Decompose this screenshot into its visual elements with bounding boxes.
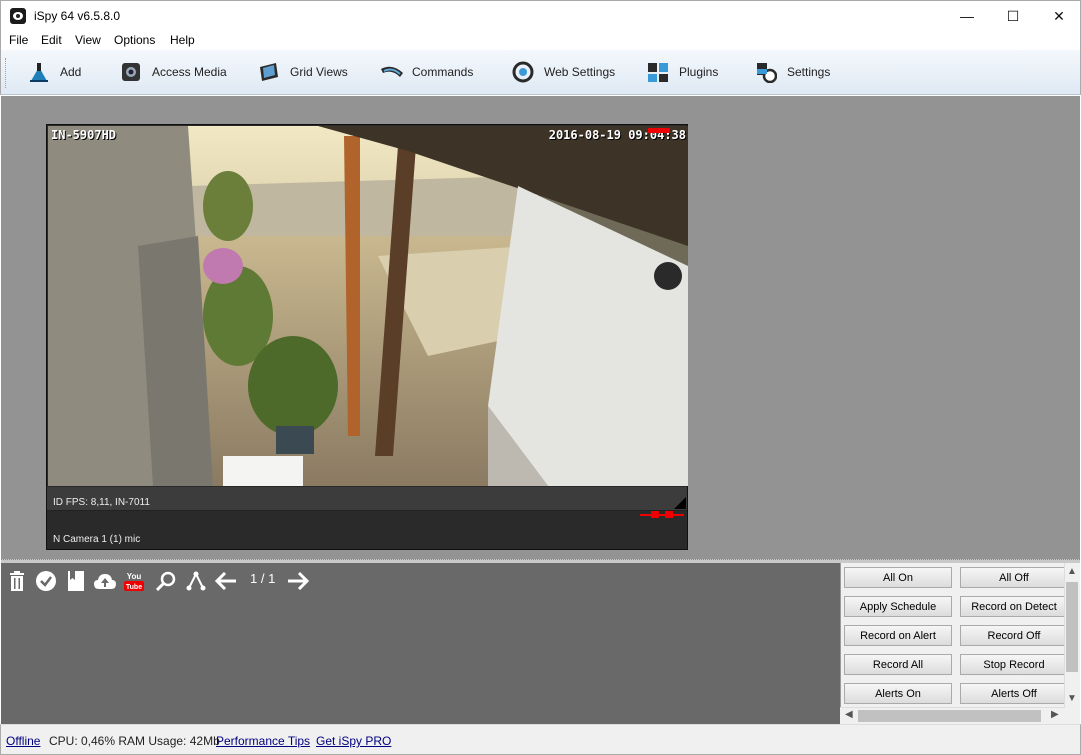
bookmark-icon[interactable] (64, 569, 88, 593)
settings-button[interactable]: Settings (755, 58, 830, 86)
mic-level-icon (640, 514, 684, 516)
web-settings-button[interactable]: Web Settings (512, 58, 615, 86)
scroll-right-icon[interactable]: ▶ (1051, 709, 1059, 720)
all-off-button[interactable]: All Off (960, 567, 1068, 588)
alerts-on-button[interactable]: Alerts On (844, 683, 952, 704)
menu-view[interactable]: View (75, 33, 101, 47)
window-title: iSpy 64 v6.5.8.0 (34, 9, 121, 23)
apply-schedule-button[interactable]: Apply Schedule (844, 596, 952, 617)
web-settings-label: Web Settings (544, 65, 616, 79)
access-media-button[interactable]: Access Media (120, 58, 227, 86)
web-icon (512, 61, 534, 83)
media-icon (120, 61, 142, 83)
record-on-detect-button[interactable]: Record on Detect (960, 596, 1068, 617)
settings-icon (755, 61, 778, 84)
menu-file[interactable]: File (9, 33, 28, 47)
menu-edit[interactable]: Edit (41, 33, 62, 47)
alerts-off-button[interactable]: Alerts Off (960, 683, 1068, 704)
minimize-button[interactable]: — (944, 1, 990, 31)
offline-link[interactable]: Offline (6, 734, 40, 748)
svg-text:Tube: Tube (126, 584, 142, 591)
horizontal-scroll-thumb[interactable] (858, 710, 1041, 722)
delete-icon[interactable] (5, 569, 29, 593)
commands-label: Commands (412, 65, 474, 79)
add-icon (28, 61, 50, 83)
search-icon[interactable] (154, 569, 178, 593)
record-off-button[interactable]: Record Off (960, 625, 1068, 646)
plugins-label: Plugins (679, 65, 719, 79)
vertical-scroll-thumb[interactable] (1066, 582, 1078, 672)
access-media-label: Access Media (152, 65, 227, 79)
record-all-button[interactable]: Record All (844, 654, 952, 675)
page-indicator: 1 / 1 (250, 571, 276, 586)
add-button[interactable]: Add (28, 58, 81, 86)
usage-text: CPU: 0,46% RAM Usage: 42Mb (49, 734, 220, 748)
toolbar: Add Access Media Grid Views Commands Web… (0, 50, 1081, 95)
camera-name-text: N Camera 1 (1) mic (53, 534, 141, 545)
recording-indicator-icon (648, 128, 670, 133)
menu-bar: File Edit View Options Help (0, 31, 1081, 50)
camera-tile[interactable]: IN-5907HD 2016-08-19 09:04:38 ID FPS: 8,… (46, 124, 688, 550)
grid-views-label: Grid Views (290, 65, 348, 79)
arrow-right-icon[interactable] (286, 569, 310, 593)
scroll-left-icon[interactable]: ◀ (845, 709, 853, 720)
commands-button[interactable]: Commands (380, 58, 473, 86)
camera-info-text: ID FPS: 8,11, IN-7011 (53, 497, 150, 508)
title-bar: iSpy 64 v6.5.8.0 — ☐ ✕ (0, 0, 1081, 31)
grid-views-button[interactable]: Grid Views (258, 58, 348, 86)
toolbar-grip[interactable] (5, 58, 8, 88)
stop-record-button[interactable]: Stop Record (960, 654, 1068, 675)
record-on-alert-button[interactable]: Record on Alert (844, 625, 952, 646)
mic-level-marker (651, 511, 659, 518)
plugins-icon (647, 61, 669, 83)
svg-text:You: You (127, 572, 142, 581)
add-label: Add (60, 65, 82, 79)
menu-options[interactable]: Options (114, 33, 155, 47)
camera-feed-image[interactable]: IN-5907HD 2016-08-19 09:04:38 (48, 126, 688, 486)
mic-level-marker (665, 511, 673, 518)
commands-icon (380, 61, 403, 83)
status-bar: Offline CPU: 0,46% RAM Usage: 42Mb Perfo… (0, 724, 1081, 755)
resize-handle-icon[interactable] (674, 497, 686, 509)
upload-cloud-icon[interactable] (93, 569, 117, 593)
arrow-left-icon[interactable] (214, 569, 238, 593)
close-button[interactable]: ✕ (1036, 1, 1081, 31)
grid-icon (258, 61, 280, 83)
camera-overlay-label: IN-5907HD (51, 128, 117, 142)
youtube-icon[interactable]: You Tube (122, 569, 146, 593)
all-on-button[interactable]: All On (844, 567, 952, 588)
maximize-button[interactable]: ☐ (990, 1, 1036, 31)
share-icon[interactable] (184, 569, 208, 593)
get-ispy-pro-link[interactable]: Get iSpy PRO (316, 734, 391, 748)
settings-label: Settings (787, 65, 831, 79)
performance-tips-link[interactable]: Performance Tips (216, 734, 310, 748)
plugins-button[interactable]: Plugins (647, 58, 718, 86)
menu-help[interactable]: Help (170, 33, 195, 47)
media-panel: You Tube 1 / 1 (1, 563, 840, 724)
app-eye-icon (10, 8, 26, 24)
scroll-down-icon[interactable]: ▼ (1067, 693, 1077, 704)
scroll-up-icon[interactable]: ▲ (1067, 566, 1077, 577)
check-icon[interactable] (34, 569, 58, 593)
